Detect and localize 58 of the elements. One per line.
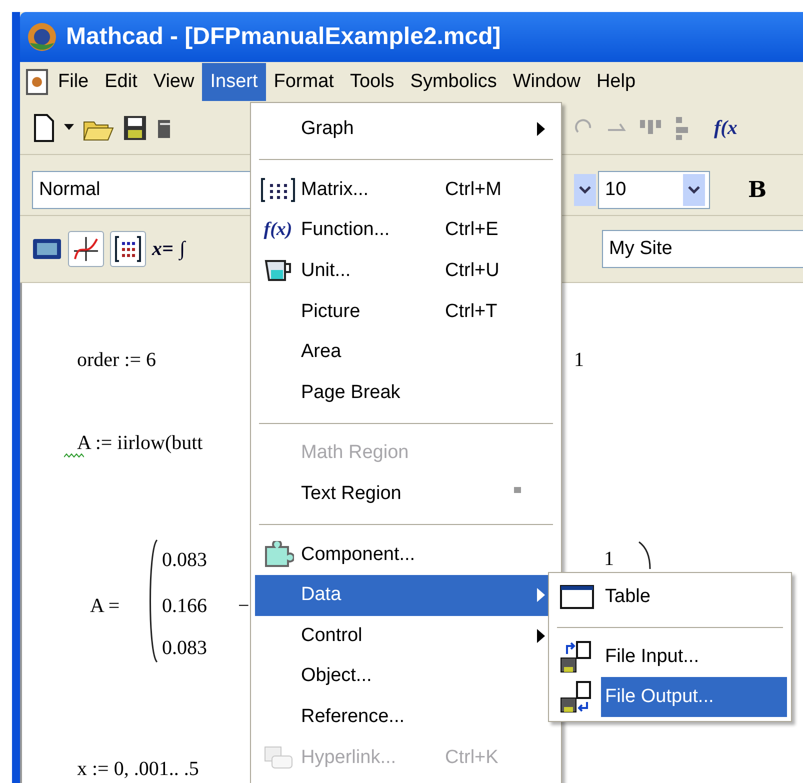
menu-item[interactable]: Component... xyxy=(255,534,557,575)
evaluation-toolbar-button[interactable]: x= xyxy=(152,238,174,260)
menu-item[interactable]: Help xyxy=(588,63,644,101)
font-size-field[interactable]: 10 xyxy=(598,171,710,209)
menu-item[interactable]: Unit... Ctrl+U xyxy=(255,250,557,292)
matrix-cell: 0.083 xyxy=(162,636,207,660)
menu-item[interactable]: Picture Ctrl+T xyxy=(255,291,557,332)
matrix-icon xyxy=(261,176,295,203)
menu-item[interactable]: Matrix... Ctrl+M xyxy=(255,170,557,210)
graph-icon xyxy=(72,235,100,263)
menu-item[interactable]: Symbolics xyxy=(402,63,505,101)
menu-item[interactable]: File Output... xyxy=(601,677,787,717)
menu-item[interactable]: Insert xyxy=(202,63,266,101)
new-document-icon xyxy=(32,113,56,143)
menu-item[interactable]: File xyxy=(50,63,97,101)
math-expression: A := iirlow(butt xyxy=(77,431,203,455)
menu-item[interactable]: Edit xyxy=(96,63,146,101)
calculus-toolbar-button[interactable]: ∫ xyxy=(179,238,185,260)
app-logo-icon xyxy=(26,21,58,53)
save-icon xyxy=(122,114,148,142)
chevron-down-icon xyxy=(579,186,591,194)
function-icon: f(x) xyxy=(264,219,292,242)
menu-item[interactable]: Text Region xyxy=(255,474,557,514)
function-toolbar-button[interactable]: f(x xyxy=(714,116,738,140)
table-icon xyxy=(559,583,595,611)
matrix-cell: 0.083 xyxy=(162,548,207,572)
style-field[interactable]: Normal xyxy=(32,171,252,209)
math-value: 1 xyxy=(574,348,584,372)
menu-item[interactable]: Table xyxy=(601,577,787,617)
font-dropdown-button[interactable] xyxy=(574,174,596,206)
matrix-cell: − xyxy=(238,594,250,618)
align-left-icon xyxy=(674,115,690,141)
menu-item[interactable]: Format xyxy=(266,63,342,101)
document-icon xyxy=(24,68,50,96)
menu-item[interactable]: Tools xyxy=(342,63,402,101)
matrix-cell: 0.166 xyxy=(162,594,207,618)
menu-item[interactable]: Graph xyxy=(255,109,557,150)
menu-item[interactable]: View xyxy=(145,63,202,101)
menu-item[interactable]: Page Break xyxy=(255,372,557,414)
menu-item[interactable]: Area xyxy=(255,332,557,373)
matrix-label: A = xyxy=(90,594,120,618)
matrix-bracket xyxy=(638,541,652,569)
calculator-icon xyxy=(32,237,62,261)
window-title: Mathcad - [DFPmanualExample2.mcd] xyxy=(66,23,501,51)
matrix-cell: 1 xyxy=(604,547,614,571)
math-expression: x := 0, .001.. .5 xyxy=(77,759,199,779)
menu-item[interactable]: File Input... xyxy=(601,637,787,677)
menu-item[interactable]: Window xyxy=(504,63,588,101)
math-expression: order := 6 xyxy=(77,348,156,372)
matrix-toolbar-button[interactable] xyxy=(110,231,146,267)
address-field[interactable]: My Site xyxy=(602,230,803,268)
puzzle-piece-icon xyxy=(262,540,294,569)
matrix-icon xyxy=(114,235,142,263)
menu-item[interactable]: f(x) Function... Ctrl+E xyxy=(255,210,557,251)
graph-toolbar-button[interactable] xyxy=(68,231,104,267)
bold-button[interactable]: B xyxy=(748,177,767,203)
chevron-down-icon xyxy=(688,186,700,194)
dropdown-arrow-icon xyxy=(64,124,74,132)
